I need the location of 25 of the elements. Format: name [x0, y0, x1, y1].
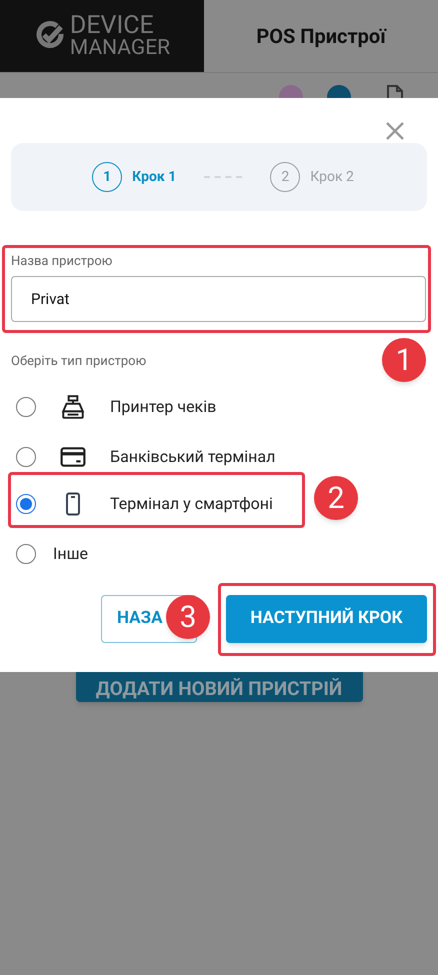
name-input[interactable]: Privat: [11, 276, 426, 322]
step-label: Крок 2: [310, 168, 354, 186]
next-step-button[interactable]: НАСТУПНИЙ КРОК: [226, 595, 427, 643]
radio-button[interactable]: [16, 447, 36, 467]
cash-register-icon: [60, 394, 86, 420]
logo-text: MANAGER: [70, 38, 170, 59]
step-label: Крок 1: [132, 168, 176, 186]
step-number: 1: [92, 162, 122, 192]
document-icon[interactable]: [386, 85, 404, 99]
step-number: 2: [270, 162, 300, 192]
option-label: Термінал у смартфоні: [110, 493, 273, 515]
step-connector: [204, 176, 242, 178]
radio-button[interactable]: [16, 494, 36, 514]
close-icon[interactable]: [386, 122, 404, 140]
page-title: POS Пристрої: [256, 23, 386, 50]
logo-text: DEVICE: [70, 13, 154, 38]
smartphone-icon: [65, 492, 81, 516]
option-label: Інше: [53, 543, 88, 565]
field-label: Назва пристрою: [11, 253, 112, 271]
option-label: Банківський термінал: [110, 446, 276, 468]
section-label: Оберіть тип пристрою: [11, 353, 146, 371]
radio-button[interactable]: [16, 397, 36, 417]
radio-button[interactable]: [16, 544, 36, 564]
credit-card-icon: [60, 446, 86, 468]
option-label: Принтер чеків: [110, 396, 216, 418]
